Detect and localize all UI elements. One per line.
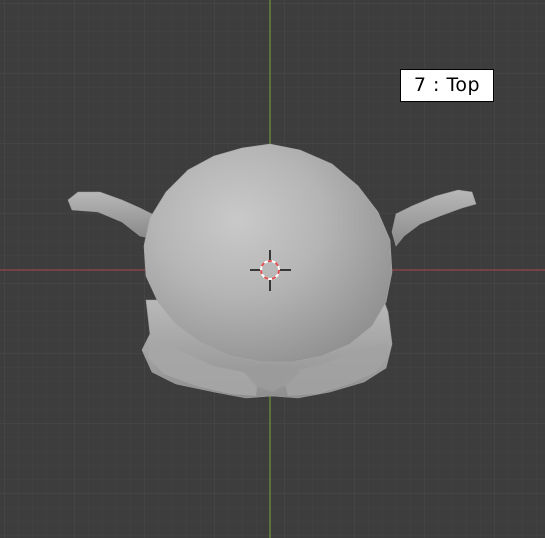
view-label: 7 : Top bbox=[400, 69, 494, 102]
3d-viewport[interactable]: 7 : Top bbox=[0, 0, 545, 538]
